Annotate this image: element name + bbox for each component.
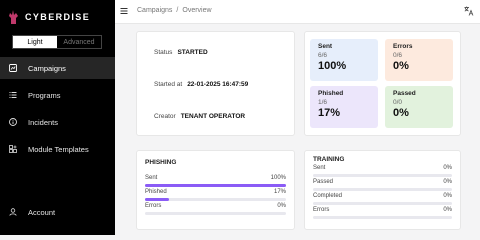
passed-title: Passed xyxy=(393,90,416,97)
metric-label: Completed xyxy=(313,193,343,199)
progress-track xyxy=(313,174,452,177)
creator-value: TENANT OPERATOR xyxy=(180,113,246,120)
user-icon xyxy=(9,208,17,216)
training-title: TRAINING xyxy=(313,156,345,163)
stats-card: Sent 6/6 100% Errors 0/6 0% Phished 1/6 … xyxy=(304,31,461,136)
campaign-details-card: Status STARTED Started at 22-01-2025 16:… xyxy=(136,31,295,136)
progress-track xyxy=(313,202,452,205)
status-label: Status xyxy=(154,49,173,56)
creator-row: Creator TENANT OPERATOR xyxy=(154,113,245,120)
advanced-mode-option[interactable]: Advanced xyxy=(57,36,101,48)
breadcrumb: Campaigns / Overview xyxy=(137,7,212,14)
sidebar-item-account[interactable]: Account xyxy=(0,201,115,223)
logo-icon xyxy=(9,10,18,24)
progress-track xyxy=(313,188,452,191)
status-row: Status STARTED xyxy=(154,49,208,56)
training-row-completed: Completed 0% xyxy=(313,193,452,207)
light-mode-option[interactable]: Light xyxy=(13,36,57,48)
sidebar-item-label: Campaigns xyxy=(28,63,66,73)
topbar: Campaigns / Overview xyxy=(115,0,480,24)
training-card: TRAINING Sent 0% Passed 0% Completed 0% … xyxy=(304,150,461,230)
training-row-errors: Errors 0% xyxy=(313,207,452,221)
errors-fraction: 0/6 xyxy=(393,52,403,59)
menu-icon[interactable] xyxy=(120,7,128,15)
sidebar-item-incidents[interactable]: Incidents xyxy=(0,111,115,133)
metric-value: 100% xyxy=(270,175,286,181)
breadcrumb-overview: Overview xyxy=(182,7,212,14)
sidebar-item-programs[interactable]: Programs xyxy=(0,84,115,106)
errors-title: Errors xyxy=(393,43,413,50)
started-label: Started at xyxy=(154,81,183,88)
sent-stat: Sent 6/6 100% xyxy=(310,39,378,81)
metric-value: 17% xyxy=(273,189,286,195)
sidebar-item-label: Account xyxy=(28,207,56,217)
progress-track xyxy=(145,184,286,187)
phishing-row-sent: Sent 100% xyxy=(145,175,286,189)
started-value: 22-01-2025 16:47:59 xyxy=(187,81,249,88)
progress-track xyxy=(313,216,452,219)
sidebar-item-label: Module Templates xyxy=(28,144,89,154)
info-icon xyxy=(9,118,17,126)
sent-title: Sent xyxy=(318,43,333,50)
sent-percent: 100% xyxy=(318,60,347,72)
metric-value: 0% xyxy=(443,193,452,199)
metric-label: Passed xyxy=(313,179,334,185)
breadcrumb-campaigns[interactable]: Campaigns xyxy=(137,7,172,14)
phishing-row-phished: Phished 17% xyxy=(145,189,286,203)
sidebar-item-campaigns[interactable]: Campaigns xyxy=(0,57,115,79)
sidebar: CYBERDISE Light Advanced Campaigns Progr… xyxy=(0,0,115,235)
metric-label: Sent xyxy=(313,165,326,171)
sidebar-item-module-templates[interactable]: Module Templates xyxy=(0,138,115,160)
sidebar-item-label: Programs xyxy=(28,90,61,100)
errors-percent: 0% xyxy=(393,60,409,72)
brand[interactable]: CYBERDISE xyxy=(8,6,90,28)
metric-label: Phished xyxy=(145,189,167,195)
mode-toggle[interactable]: Light Advanced xyxy=(12,35,102,49)
phishing-title: PHISHING xyxy=(145,159,177,166)
passed-percent: 0% xyxy=(393,107,409,119)
metric-label: Errors xyxy=(145,203,162,209)
creator-label: Creator xyxy=(154,113,176,120)
metric-value: 0% xyxy=(443,165,452,171)
progress-track xyxy=(145,212,286,215)
status-value: STARTED xyxy=(177,49,208,56)
started-row: Started at 22-01-2025 16:47:59 xyxy=(154,81,248,88)
training-row-passed: Passed 0% xyxy=(313,179,452,193)
metric-label: Errors xyxy=(313,207,330,213)
campaigns-icon xyxy=(9,64,17,72)
progress-track xyxy=(145,198,286,201)
progress-fill xyxy=(145,198,169,201)
phishing-row-errors: Errors 0% xyxy=(145,203,286,217)
phished-percent: 17% xyxy=(318,107,341,119)
sidebar-item-label: Incidents xyxy=(28,117,59,127)
passed-stat: Passed 0/0 0% xyxy=(385,86,453,128)
metric-value: 0% xyxy=(443,207,452,213)
training-row-sent: Sent 0% xyxy=(313,165,452,179)
progress-fill xyxy=(145,184,286,187)
metric-value: 0% xyxy=(277,203,286,209)
metric-value: 0% xyxy=(443,179,452,185)
phished-title: Phished xyxy=(318,90,344,97)
sent-fraction: 6/6 xyxy=(318,52,328,59)
phished-stat: Phished 1/6 17% xyxy=(310,86,378,128)
phished-fraction: 1/6 xyxy=(318,99,328,106)
breadcrumb-separator: / xyxy=(176,7,179,14)
errors-stat: Errors 0/6 0% xyxy=(385,39,453,81)
module-templates-icon xyxy=(9,145,17,153)
brand-name: CYBERDISE xyxy=(25,12,91,22)
list-icon xyxy=(9,91,17,99)
phishing-card: PHISHING Sent 100% Phished 17% Errors 0% xyxy=(136,150,295,230)
translate-icon[interactable] xyxy=(464,6,474,16)
passed-fraction: 0/0 xyxy=(393,99,403,106)
metric-label: Sent xyxy=(145,175,158,181)
